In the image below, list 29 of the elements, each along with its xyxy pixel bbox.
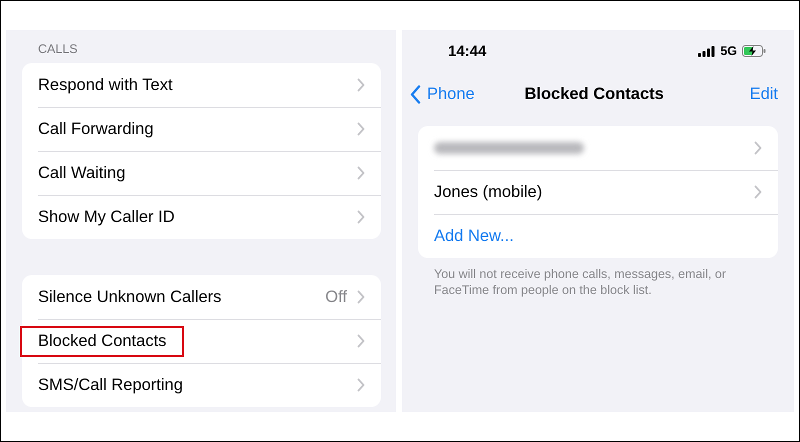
setting-value: Off bbox=[325, 288, 347, 306]
battery-charging-icon bbox=[742, 45, 766, 57]
nav-title: Blocked Contacts bbox=[523, 84, 665, 104]
chevron-icon bbox=[357, 210, 365, 224]
chevron-icon bbox=[357, 290, 365, 304]
setting-label[interactable]: Call Forwarding bbox=[38, 114, 154, 144]
back-button[interactable]: Phone bbox=[410, 84, 475, 104]
signal-icon bbox=[698, 46, 716, 56]
footer-note: You will not receive phone calls, messages, email, or FaceTime from people on the block list. bbox=[433, 266, 728, 299]
add-new-link[interactable]: Add New... bbox=[434, 226, 514, 246]
chevron-icon bbox=[357, 166, 365, 180]
chevron-icon bbox=[357, 78, 365, 92]
back-chevron-icon bbox=[410, 84, 421, 104]
chevron-icon bbox=[754, 185, 762, 199]
chevron-icon bbox=[754, 141, 762, 155]
section-header: CALLS bbox=[37, 41, 79, 58]
highlighted-setting-label[interactable]: Blocked Contacts bbox=[22, 328, 182, 354]
setting-label[interactable]: Respond with Text bbox=[38, 70, 173, 100]
chevron-icon bbox=[357, 122, 365, 136]
setting-label[interactable]: Call Waiting bbox=[38, 158, 126, 188]
chevron-icon bbox=[357, 334, 365, 348]
network-label: 5G bbox=[720, 44, 737, 58]
setting-label[interactable]: SMS/Call Reporting bbox=[38, 370, 183, 400]
status-time: 14:44 bbox=[448, 42, 488, 60]
setting-label[interactable]: Show My Caller ID bbox=[38, 202, 175, 232]
chevron-icon bbox=[357, 378, 365, 392]
edit-button[interactable]: Edit bbox=[744, 84, 784, 104]
blocked-contact[interactable]: Jones (mobile) bbox=[434, 182, 754, 202]
setting-label[interactable]: Silence Unknown Callers bbox=[38, 282, 222, 312]
